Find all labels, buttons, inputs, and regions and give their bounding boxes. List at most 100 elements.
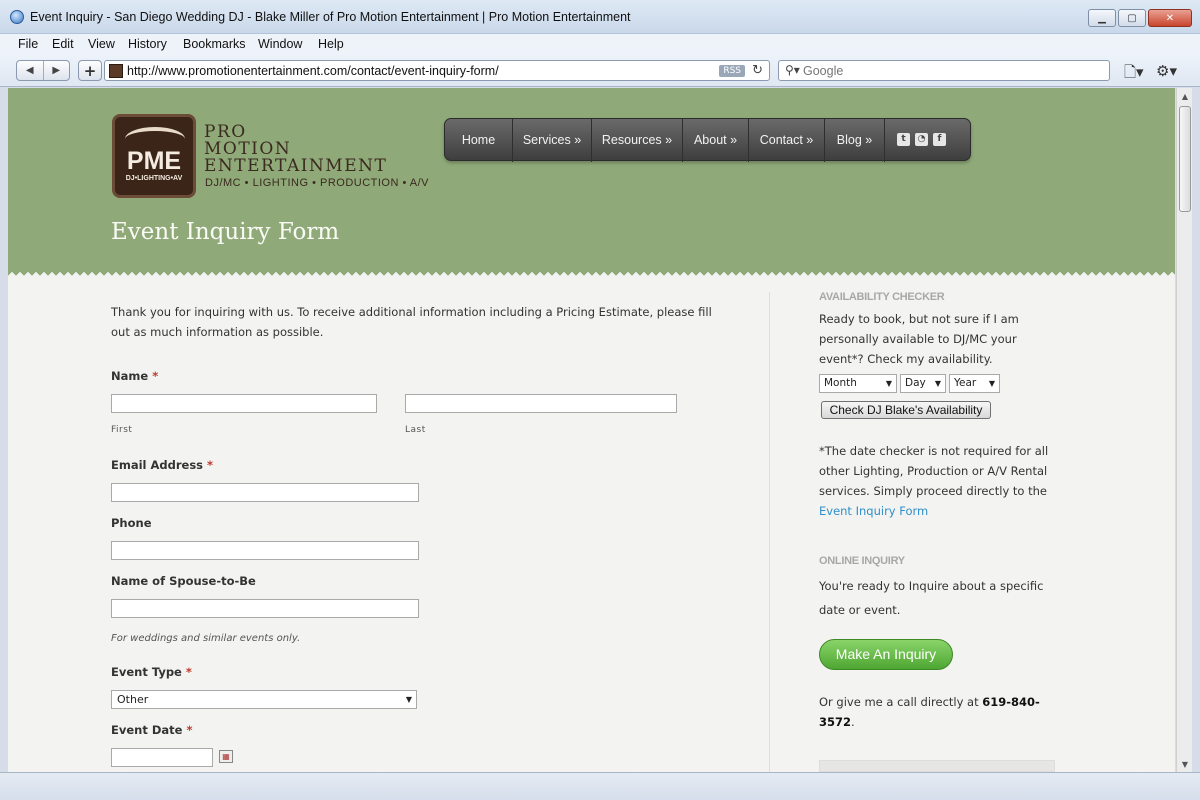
note-text: *The date checker is not required for al… [819, 444, 1049, 498]
required-mark: * [207, 458, 214, 472]
browser-toolbar: ◀ ▶ + http://www.promotionentertainment.… [0, 54, 1200, 87]
phone-input[interactable] [111, 541, 419, 560]
address-bar[interactable]: http://www.promotionentertainment.com/co… [104, 60, 770, 81]
year-value: Year [954, 377, 977, 389]
header-zigzag-edge [8, 271, 1175, 277]
reload-icon[interactable]: ↻ [752, 63, 763, 78]
spouse-hint: For weddings and similar events only. [111, 633, 301, 644]
search-icon[interactable]: ⚲▾ [785, 63, 800, 77]
name-label: Name * [111, 369, 158, 383]
check-availability-button[interactable]: Check DJ Blake's Availability [821, 401, 991, 419]
window-title: Event Inquiry - San Diego Wedding DJ - B… [30, 10, 631, 24]
required-mark: * [152, 369, 159, 383]
maximize-button[interactable]: ▢ [1118, 9, 1146, 27]
email-label: Email Address * [111, 458, 213, 472]
spouse-input[interactable] [111, 599, 419, 618]
vertical-scrollbar[interactable]: ▲ ▼ [1176, 88, 1192, 772]
minimize-button[interactable]: ▁ [1088, 9, 1116, 27]
first-name-input[interactable] [111, 394, 377, 413]
spouse-label: Name of Spouse-to-Be [111, 574, 256, 588]
event-inquiry-form-link[interactable]: Event Inquiry Form [819, 504, 928, 518]
event-date-label-text: Event Date [111, 723, 183, 737]
event-date-input[interactable] [111, 748, 213, 767]
rss-icon[interactable]: ◔ [915, 133, 928, 146]
nav-contact[interactable]: Contact » [749, 119, 825, 162]
forward-button[interactable]: ▶ [44, 61, 70, 80]
twitter-icon[interactable]: t [897, 133, 910, 146]
logo-wordmark[interactable]: PRO MOTION ENTERTAINMENT [204, 124, 387, 175]
scroll-up-icon[interactable]: ▲ [1177, 88, 1193, 104]
event-type-label-text: Event Type [111, 665, 182, 679]
logo-tagline: DJ/MC • LIGHTING • PRODUCTION • A/V [205, 177, 430, 189]
window-titlebar: Event Inquiry - San Diego Wedding DJ - B… [0, 0, 1200, 34]
calendar-icon[interactable]: ▦ [219, 750, 233, 763]
day-value: Day [905, 377, 926, 389]
page-viewport: PME DJ•LIGHTING•AV PRO MOTION ENTERTAINM… [8, 88, 1175, 772]
first-sublabel: First [111, 425, 133, 435]
nav-home[interactable]: Home [445, 119, 513, 162]
menu-history[interactable]: History [128, 37, 167, 51]
rss-badge[interactable]: RSS [719, 65, 745, 77]
email-label-text: Email Address [111, 458, 204, 472]
search-input[interactable] [803, 63, 1103, 78]
chevron-down-icon: ▼ [934, 379, 941, 388]
menu-file[interactable]: File [18, 37, 38, 51]
site-header: PME DJ•LIGHTING•AV PRO MOTION ENTERTAINM… [8, 88, 1175, 277]
back-button[interactable]: ◀ [17, 61, 44, 80]
nav-about[interactable]: About » [683, 119, 749, 162]
chevron-down-icon: ▼ [405, 695, 412, 704]
required-mark: * [186, 723, 193, 737]
site-logo-badge[interactable]: PME DJ•LIGHTING•AV [112, 114, 196, 198]
site-favicon-icon [109, 64, 123, 78]
event-date-label: Event Date * [111, 723, 192, 737]
page-menu-icon[interactable]: 🗋▾ [1124, 62, 1144, 87]
day-select[interactable]: Day ▼ [900, 374, 946, 393]
scroll-down-icon[interactable]: ▼ [1177, 756, 1193, 772]
availability-heading: AVAILABILITY CHECKER [819, 291, 945, 303]
status-bar [0, 772, 1200, 800]
address-url[interactable]: http://www.promotionentertainment.com/co… [127, 64, 499, 78]
month-select[interactable]: Month ▼ [819, 374, 897, 393]
availability-text: Ready to book, but not sure if I am pers… [819, 312, 1019, 366]
window-left-frame [0, 88, 8, 772]
close-button[interactable]: ✕ [1148, 9, 1192, 27]
menu-bar: File Edit View History Bookmarks Window … [0, 34, 1200, 54]
required-mark: * [185, 665, 192, 679]
window-controls: ▁ ▢ ✕ [1088, 9, 1192, 27]
menu-bookmarks[interactable]: Bookmarks [183, 37, 246, 51]
menu-view[interactable]: View [88, 37, 115, 51]
event-type-select[interactable]: Other ▼ [111, 690, 417, 709]
call-text-prefix: Or give me a call directly at [819, 695, 979, 709]
menu-edit[interactable]: Edit [52, 37, 74, 51]
year-select[interactable]: Year ▼ [949, 374, 1000, 393]
logo-badge-text: PME [126, 147, 182, 175]
last-name-input[interactable] [405, 394, 677, 413]
add-bookmark-button[interactable]: + [78, 60, 102, 81]
phone-label: Phone [111, 516, 152, 530]
nav-blog[interactable]: Blog » [825, 119, 885, 162]
online-inquiry-heading: ONLINE INQUIRY [819, 555, 905, 567]
menu-help[interactable]: Help [318, 37, 344, 51]
main-nav: Home Services » Resources » About » Cont… [444, 118, 971, 162]
online-inquiry-text: You're ready to Inquire about a specific… [819, 579, 1044, 617]
event-type-value: Other [117, 693, 149, 706]
nav-buttons: ◀ ▶ [16, 60, 70, 81]
email-input[interactable] [111, 483, 419, 502]
nav-services[interactable]: Services » [513, 119, 592, 162]
scrollbar-thumb[interactable] [1179, 106, 1191, 212]
column-divider [769, 292, 770, 772]
browser-app-icon [10, 10, 24, 24]
name-label-text: Name [111, 369, 149, 383]
facebook-icon[interactable]: f [933, 133, 946, 146]
logo-line-3: ENTERTAINMENT [204, 156, 388, 176]
search-bar[interactable]: ⚲▾ [778, 60, 1110, 81]
month-value: Month [824, 377, 857, 389]
logo-badge-subtext: DJ•LIGHTING•AV [125, 175, 183, 182]
gear-icon[interactable]: ⚙▾ [1156, 62, 1177, 80]
nav-resources[interactable]: Resources » [592, 119, 683, 162]
page-title: Event Inquiry Form [111, 219, 340, 245]
event-type-label: Event Type * [111, 665, 192, 679]
chevron-down-icon: ▼ [988, 379, 995, 388]
make-inquiry-button[interactable]: Make An Inquiry [819, 639, 953, 670]
menu-window[interactable]: Window [258, 37, 302, 51]
